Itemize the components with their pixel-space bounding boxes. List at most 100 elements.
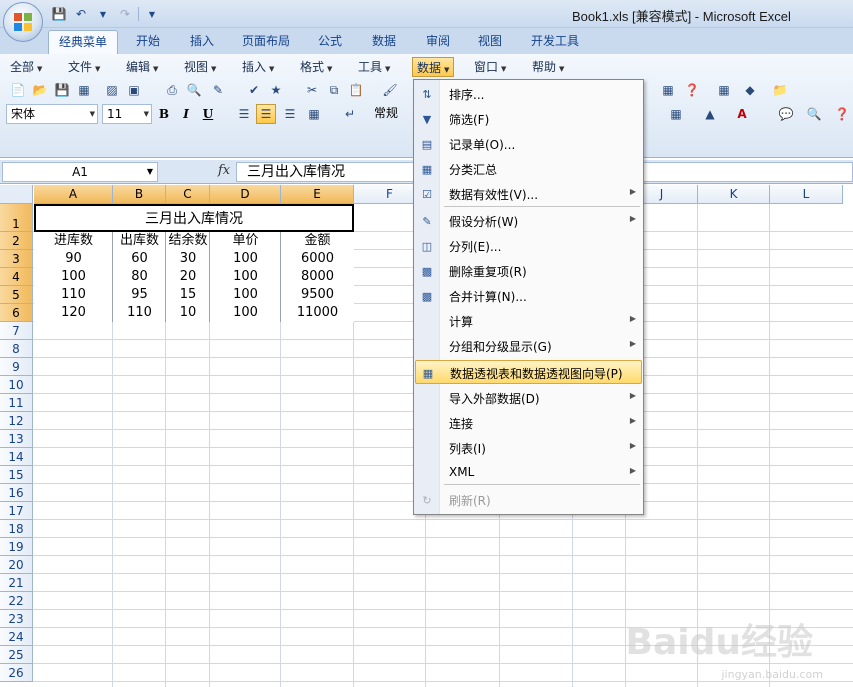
data-cell[interactable]: 6000 (281, 250, 354, 268)
data-cell[interactable]: 110 (34, 286, 113, 304)
tab-data[interactable]: 数据 (362, 30, 406, 54)
format-painter-icon[interactable]: 🖌 (380, 80, 400, 100)
data-menu-item[interactable]: ▼ 筛选(F) (415, 107, 642, 131)
print-preview-icon[interactable]: 🔍 (184, 80, 204, 100)
undo-icon[interactable]: ↶ (72, 5, 90, 23)
font-color-icon[interactable]: A (732, 104, 752, 124)
data-menu-item[interactable]: ⇅ 排序... (415, 82, 642, 106)
row-header-17[interactable]: 17 (0, 502, 33, 520)
row-header-1[interactable]: 1 (0, 204, 33, 232)
row-header-15[interactable]: 15 (0, 466, 33, 484)
row-header-7[interactable]: 7 (0, 322, 33, 340)
italic-button[interactable]: I (176, 104, 196, 124)
data-menu-item[interactable]: 计算 ▶ (415, 309, 642, 333)
data-menu-item[interactable]: ✎ 假设分析(W) ▶ (415, 209, 642, 233)
data-menu-item[interactable]: 连接 ▶ (415, 411, 642, 435)
data-cell[interactable]: 8000 (281, 268, 354, 286)
row-header-11[interactable]: 11 (0, 394, 33, 412)
row-header-6[interactable]: 6 (0, 304, 33, 322)
copy-icon[interactable]: ⧉ (324, 80, 344, 100)
data-cell[interactable]: 9500 (281, 286, 354, 304)
cell-a1-merged-title[interactable]: 三月出入库情况 (34, 204, 354, 232)
tab-page-layout[interactable]: 页面布局 (234, 30, 298, 54)
menu-edit[interactable]: 编辑 ▼ (122, 57, 162, 77)
permission-icon[interactable]: ▦ (74, 80, 94, 100)
fill-color-icon[interactable]: ▲ (700, 104, 720, 124)
data-menu-item[interactable]: XML ▶ (415, 461, 642, 485)
row-header-5[interactable]: 5 (0, 286, 33, 304)
open-icon[interactable]: 📂 (30, 80, 50, 100)
column-header-a[interactable]: A (34, 185, 113, 204)
data-cell[interactable]: 90 (34, 250, 113, 268)
header-cell[interactable]: 结余数 (166, 232, 210, 250)
column-header-d[interactable]: D (210, 185, 281, 204)
thesaurus-icon[interactable]: ★ (266, 80, 286, 100)
data-cell[interactable]: 100 (210, 250, 281, 268)
data-cell[interactable]: 100 (210, 304, 281, 322)
folder-icon[interactable]: 📁 (770, 80, 790, 100)
select-all-corner[interactable] (0, 185, 33, 204)
menu-window[interactable]: 窗口 ▼ (470, 57, 510, 77)
save-icon[interactable]: 💾 (52, 80, 72, 100)
tab-home[interactable]: 开始 (126, 30, 170, 54)
comment-icon[interactable]: 💬 (776, 104, 796, 124)
align-center-icon[interactable]: ☰ (256, 104, 276, 124)
row-header-10[interactable]: 10 (0, 376, 33, 394)
header-cell[interactable]: 出库数 (113, 232, 166, 250)
row-header-23[interactable]: 23 (0, 610, 33, 628)
row-header-3[interactable]: 3 (0, 250, 33, 268)
menu-format[interactable]: 格式 ▼ (296, 57, 336, 77)
underline-button[interactable]: U (198, 104, 218, 124)
row-header-20[interactable]: 20 (0, 556, 33, 574)
menu-insert[interactable]: 插入 ▼ (238, 57, 278, 77)
pdf-icon[interactable]: ▨ (102, 80, 122, 100)
save-icon[interactable]: 💾 (50, 5, 68, 23)
data-cell[interactable]: 11000 (281, 304, 354, 322)
data-menu-item[interactable]: 列表(I) ▶ (415, 436, 642, 460)
data-cell[interactable]: 100 (210, 286, 281, 304)
zoom-icon[interactable]: 🔍 (804, 104, 824, 124)
data-menu-item[interactable]: ▤ 记录单(O)... (415, 132, 642, 156)
customize-qat-icon[interactable]: ▼ (143, 5, 161, 23)
merge-center-icon[interactable]: ▦ (304, 104, 324, 124)
menu-all[interactable]: 全部 ▼ (6, 57, 46, 77)
paste-icon[interactable]: 📋 (346, 80, 366, 100)
row-header-14[interactable]: 14 (0, 448, 33, 466)
undo-dropdown-icon[interactable]: ▼ (94, 5, 112, 23)
help-topics-icon[interactable]: ❓ (682, 80, 702, 100)
column-header-e[interactable]: E (281, 185, 354, 204)
redo-icon[interactable]: ↷ (116, 5, 134, 23)
row-header-13[interactable]: 13 (0, 430, 33, 448)
tab-review[interactable]: 审阅 (416, 30, 460, 54)
tab-classic-menu[interactable]: 经典菜单 (48, 30, 118, 54)
tab-formulas[interactable]: 公式 (308, 30, 352, 54)
row-header-2[interactable]: 2 (0, 232, 33, 250)
row-header-24[interactable]: 24 (0, 628, 33, 646)
data-menu-item[interactable]: ▦ 分类汇总 (415, 157, 642, 181)
shapes-icon[interactable]: ◆ (740, 80, 760, 100)
borders-icon[interactable]: ▦ (666, 104, 686, 124)
help-icon[interactable]: ❓ (832, 104, 852, 124)
menu-help[interactable]: 帮助 ▼ (528, 57, 568, 77)
header-cell[interactable]: 金额 (281, 232, 354, 250)
new-icon[interactable]: 📄 (8, 80, 28, 100)
data-cell[interactable]: 100 (34, 268, 113, 286)
data-menu-item[interactable]: ▩ 删除重复项(R) (415, 259, 642, 283)
column-header-k[interactable]: K (698, 185, 770, 204)
header-cell[interactable]: 进库数 (34, 232, 113, 250)
row-header-12[interactable]: 12 (0, 412, 33, 430)
wrap-text-icon[interactable]: ↵ (340, 104, 360, 124)
align-right-icon[interactable]: ☰ (280, 104, 300, 124)
tab-view[interactable]: 视图 (468, 30, 512, 54)
menu-tools[interactable]: 工具 ▼ (354, 57, 394, 77)
data-menu-item[interactable]: ☑ 数据有效性(V)... ▶ (415, 182, 642, 206)
data-menu-item[interactable]: 分组和分级显示(G) ▶ (415, 334, 642, 358)
data-cell[interactable]: 60 (113, 250, 166, 268)
research-icon[interactable]: ✎ (208, 80, 228, 100)
data-cell[interactable]: 20 (166, 268, 210, 286)
row-header-25[interactable]: 25 (0, 646, 33, 664)
menu-file[interactable]: 文件 ▼ (64, 57, 104, 77)
table-icon[interactable]: ▦ (714, 80, 734, 100)
data-menu-item[interactable]: ▩ 合并计算(N)... (415, 284, 642, 308)
data-cell[interactable]: 95 (113, 286, 166, 304)
